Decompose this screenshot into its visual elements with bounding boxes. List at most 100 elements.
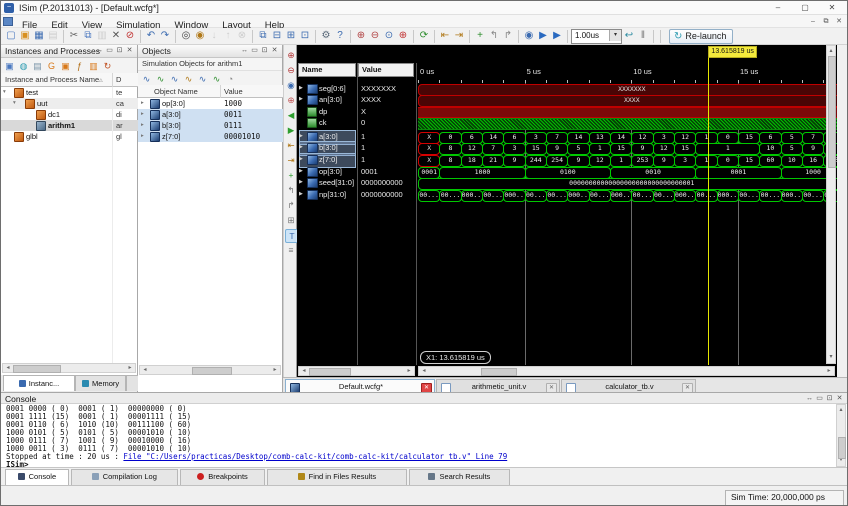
- signal-name-an30[interactable]: an[3:0]: [319, 95, 342, 105]
- expander-icon[interactable]: ▸: [141, 131, 144, 142]
- restart-icon[interactable]: ◉: [522, 29, 536, 43]
- tab-breakpoints[interactable]: Breakpoints: [180, 469, 265, 486]
- globe-icon[interactable]: ◍: [17, 60, 30, 73]
- open-folder-icon[interactable]: ▣: [18, 29, 32, 43]
- expander-icon[interactable]: ▸: [141, 120, 144, 131]
- prev-transition-icon[interactable]: ↰: [487, 29, 501, 43]
- find-icon[interactable]: ◎: [179, 29, 193, 43]
- page2-icon[interactable]: ▥: [87, 60, 100, 73]
- float-panel-button[interactable]: ↔: [240, 45, 250, 57]
- wave-snapshot-icon[interactable]: ⊞: [285, 214, 297, 226]
- run-for-time-icon[interactable]: ▶: [550, 29, 564, 43]
- context-help-icon[interactable]: ?: [333, 29, 347, 43]
- wave-plot-area[interactable]: 0 us5 us10 us15 us▶seg[0:6]XXXXXXXXXXXXX…: [297, 45, 837, 365]
- signal-name-z70[interactable]: z[7:0]: [319, 155, 337, 165]
- find-prev-icon[interactable]: ↑: [221, 29, 235, 43]
- zoom-in-icon[interactable]: ⊕: [354, 29, 368, 43]
- wave-hscrollbar[interactable]: ◂▸: [418, 366, 835, 376]
- wave-zoom-full-icon[interactable]: ◉: [285, 79, 297, 91]
- settings-wrench-icon[interactable]: ⚙: [319, 29, 333, 43]
- tree-item-arithm1[interactable]: arithm1ar: [1, 120, 138, 131]
- cascade-windows-icon[interactable]: ⧉: [256, 29, 270, 43]
- print-icon[interactable]: ▤: [46, 29, 60, 43]
- chevron-down-icon[interactable]: ▾: [609, 30, 621, 41]
- signal-name-ck[interactable]: ck: [319, 118, 327, 128]
- objects-hscrollbar[interactable]: ◂▸: [139, 365, 281, 375]
- wave-zoom-in-icon[interactable]: ⊕: [285, 49, 297, 61]
- cursor-time-label[interactable]: 13.615819 us: [708, 46, 756, 58]
- expander-icon[interactable]: ▸: [141, 98, 144, 109]
- close-panel-button[interactable]: ✕: [270, 45, 280, 57]
- show-readers-icon[interactable]: ∿: [196, 73, 209, 86]
- refresh-c-icon[interactable]: ↻: [101, 60, 114, 73]
- console-output[interactable]: 0001 0000 ( 0) 0001 ( 1) 00000000 ( 0)00…: [1, 404, 847, 468]
- delete-icon[interactable]: ✕: [109, 29, 123, 43]
- run-all-icon[interactable]: ▶: [536, 29, 550, 43]
- object-row-a[3:0][interactable]: ▸a[3:0]0011: [138, 109, 283, 120]
- expander-icon[interactable]: ▾: [3, 87, 6, 98]
- close-button[interactable]: ✕: [820, 1, 844, 14]
- expander-icon[interactable]: ▶: [299, 144, 303, 150]
- expander-icon[interactable]: ▾: [13, 98, 16, 109]
- new-file-icon[interactable]: ▢: [4, 29, 18, 43]
- tile-horizontal-icon[interactable]: ⊟: [270, 29, 284, 43]
- tree-item-glbl[interactable]: glblgl: [1, 131, 138, 142]
- tab-console[interactable]: Console: [5, 469, 69, 486]
- wave-markers-list-icon[interactable]: ≡: [285, 244, 297, 256]
- relaunch-button[interactable]: ↻ Re-launch: [669, 29, 733, 44]
- float-panel-button[interactable]: ↔: [95, 45, 105, 57]
- redo-icon[interactable]: ↷: [158, 29, 172, 43]
- wave-zoom-cursor-icon[interactable]: ⊕: [285, 94, 297, 106]
- objects-column-header[interactable]: Object Name Value: [138, 85, 283, 98]
- save-icon[interactable]: ▦: [32, 29, 46, 43]
- object-row-b[3:0][interactable]: ▸b[3:0]0111: [138, 120, 283, 131]
- console-vscrollbar[interactable]: ▴▾: [836, 404, 846, 467]
- expander-icon[interactable]: ▶: [299, 96, 303, 102]
- disable-icon[interactable]: ⊘: [123, 29, 137, 43]
- signal-name-np310[interactable]: np[31:0]: [319, 190, 346, 200]
- maximize-button[interactable]: ▢: [793, 1, 817, 14]
- wave-import-icon[interactable]: ⇤: [285, 139, 297, 151]
- find-in-files-icon[interactable]: ◉: [193, 29, 207, 43]
- float-window-icon[interactable]: ⊡: [298, 29, 312, 43]
- source-page-icon[interactable]: ▤: [31, 60, 44, 73]
- module-cube-icon[interactable]: ▣: [59, 60, 72, 73]
- instances-hscrollbar[interactable]: ◂▸: [2, 363, 136, 373]
- zoom-out-icon[interactable]: ⊖: [368, 29, 382, 43]
- wave-prev-transition-icon[interactable]: ↰: [285, 184, 297, 196]
- signal-name-seed310[interactable]: seed[31:0]: [319, 178, 354, 188]
- copy-icon[interactable]: ⧉: [81, 29, 95, 43]
- maximize-panel-button[interactable]: ▭: [105, 45, 115, 57]
- cut-icon[interactable]: ✂: [67, 29, 81, 43]
- wave-names-hscrollbar[interactable]: ◂▸: [298, 366, 415, 376]
- source-file-link[interactable]: File "C:/Users/practicas/Desktop/comb-ca…: [123, 452, 507, 461]
- signal-name-dp[interactable]: dp: [319, 107, 327, 117]
- expander-icon[interactable]: ▶: [299, 133, 303, 139]
- add-all-signals-icon[interactable]: ∿: [168, 73, 181, 86]
- wave-goto-start-icon[interactable]: ◀: [285, 109, 297, 121]
- force-value-icon[interactable]: ∿: [210, 73, 223, 86]
- expander-icon[interactable]: ▶: [299, 191, 303, 197]
- dock-panel-button[interactable]: ⊡: [115, 45, 125, 57]
- wave-vscrollbar[interactable]: ▴▾: [826, 45, 836, 364]
- tab-memory[interactable]: Memory: [75, 375, 126, 391]
- show-drivers-icon[interactable]: ∿: [182, 73, 195, 86]
- zoom-to-cursor-icon[interactable]: ⊕: [396, 29, 410, 43]
- maximize-panel-button[interactable]: ▭: [250, 45, 260, 57]
- mdi-close-button[interactable]: ✕: [833, 16, 845, 27]
- reload-icon[interactable]: ⟳: [417, 29, 431, 43]
- zoom-fit-icon[interactable]: ⊙: [382, 29, 396, 43]
- step-icon[interactable]: ↩: [622, 29, 636, 43]
- add-marker-icon[interactable]: +: [473, 29, 487, 43]
- wave-goto-end-icon[interactable]: ▶: [285, 124, 297, 136]
- expander-icon[interactable]: ▸: [141, 109, 144, 120]
- expander-icon[interactable]: ▶: [299, 179, 303, 185]
- wave-add-marker-icon[interactable]: +: [285, 169, 297, 181]
- tile-vertical-icon[interactable]: ⊞: [284, 29, 298, 43]
- find-next-icon[interactable]: ↓: [207, 29, 221, 43]
- mdi-restore-button[interactable]: ⧉: [820, 16, 832, 27]
- function-icon[interactable]: ƒ: [73, 60, 86, 73]
- run-time-combo[interactable]: 1.00us ▾: [571, 29, 622, 44]
- signal-name-seg06[interactable]: seg[0:6]: [319, 84, 346, 94]
- tab-find-in-files[interactable]: Find in Files Results: [267, 469, 406, 486]
